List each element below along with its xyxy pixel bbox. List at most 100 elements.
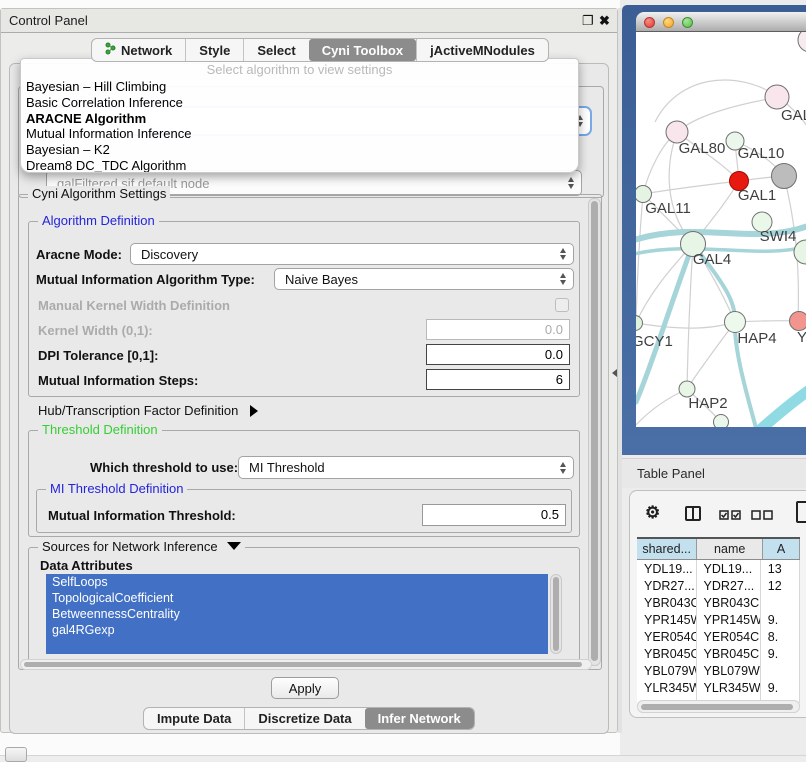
settings-horizontal-scrollbar[interactable] bbox=[20, 659, 592, 670]
tab-infer-network[interactable]: Infer Network bbox=[365, 708, 474, 729]
table-row[interactable]: YDL19...YDL19...13 bbox=[637, 560, 800, 577]
float-window-icon[interactable]: ❐ bbox=[582, 13, 594, 29]
settings-horizontal-scrollbar-thumb[interactable] bbox=[24, 662, 582, 667]
splitter-collapse-arrow[interactable] bbox=[612, 369, 617, 377]
network-graph: GALGAL80GAL10GAL1GAL11SWI4GAL4GCY1HAP4YH… bbox=[636, 32, 806, 427]
minimize-traffic-light[interactable] bbox=[663, 17, 674, 28]
data-attributes-list: SelfLoopsTopologicalCoefficientBetweenne… bbox=[46, 574, 548, 654]
tab-cyni-toolbox[interactable]: Cyni Toolbox bbox=[309, 39, 416, 61]
hub-definition-toggle[interactable]: Hub/Transcription Factor Definition bbox=[38, 403, 258, 418]
sources-group-title[interactable]: Sources for Network Inference bbox=[38, 539, 245, 554]
algorithm-item[interactable]: Mutual Information Inference bbox=[21, 126, 578, 142]
attribute-item[interactable]: gal4RGexp bbox=[46, 622, 548, 638]
table-panel-title: Table Panel bbox=[637, 466, 705, 481]
node-table: shared...nameAYDL19...YDL19...13YDR27...… bbox=[637, 537, 800, 703]
settings-vertical-scrollbar[interactable] bbox=[588, 198, 601, 666]
table-row[interactable]: YDR27...YDR27...12 bbox=[637, 577, 800, 594]
table-cell: 13 bbox=[761, 560, 800, 577]
zoom-traffic-light[interactable] bbox=[682, 17, 693, 28]
gear-icon[interactable]: ⚙ bbox=[645, 503, 660, 523]
network-node-gcy1[interactable] bbox=[636, 316, 643, 331]
split-columns-icon[interactable] bbox=[685, 506, 701, 521]
select-all-icon[interactable] bbox=[719, 508, 741, 526]
close-traffic-light[interactable] bbox=[644, 17, 655, 28]
which-threshold-combo[interactable]: MI Threshold bbox=[238, 456, 574, 479]
table-row[interactable]: YLR345WYLR345W9. bbox=[637, 679, 800, 696]
algorithm-item[interactable]: Dream8 DC_TDC Algorithm bbox=[21, 158, 578, 173]
network-node[interactable] bbox=[772, 164, 797, 189]
attributes-scrollbar[interactable] bbox=[550, 574, 562, 654]
tab-label: Cyni Toolbox bbox=[322, 43, 403, 58]
attribute-item[interactable]: SelfLoops bbox=[46, 574, 548, 590]
kernel-width-field[interactable]: 0.0 bbox=[426, 319, 570, 340]
combo-stepper-icon bbox=[560, 462, 566, 474]
aracne-mode-combo[interactable]: Discovery bbox=[130, 243, 574, 265]
column-header-2[interactable]: name bbox=[697, 539, 763, 559]
network-window-titlebar bbox=[636, 12, 806, 32]
manual-kernel-checkbox[interactable] bbox=[555, 298, 569, 312]
threshold-definition-title: Threshold Definition bbox=[38, 422, 162, 437]
table-row[interactable]: YBR045CYBR045C9. bbox=[637, 645, 800, 662]
apply-button[interactable]: Apply bbox=[271, 677, 339, 699]
which-threshold-label: Which threshold to use: bbox=[90, 460, 238, 475]
mi-threshold-field[interactable]: 0.5 bbox=[422, 504, 566, 526]
algorithm-item[interactable]: ARACNE Algorithm bbox=[21, 111, 578, 127]
table-cell: YPR145W bbox=[637, 611, 697, 628]
dpi-tolerance-label: DPI Tolerance [0,1]: bbox=[38, 348, 158, 363]
deselect-all-icon[interactable] bbox=[751, 508, 773, 526]
combo-stepper-icon bbox=[560, 273, 566, 285]
tab-jactivemnodules[interactable]: jActiveMNodules bbox=[416, 39, 548, 61]
attribute-item[interactable]: BetweennessCentrality bbox=[46, 606, 548, 622]
algorithm-dropdown-popup: Select algorithm to view settings Bayesi… bbox=[20, 58, 579, 173]
attribute-item[interactable] bbox=[46, 638, 548, 654]
algorithm-dropdown-prompt: Select algorithm to view settings bbox=[21, 61, 578, 79]
table-cell bbox=[761, 594, 800, 611]
attribute-item[interactable]: TopologicalCoefficient bbox=[46, 590, 548, 606]
tab-style[interactable]: Style bbox=[185, 39, 243, 61]
dpi-tolerance-field[interactable]: 0.0 bbox=[426, 344, 570, 365]
mi-steps-label: Mutual Information Steps: bbox=[38, 373, 198, 388]
mi-type-combo[interactable]: Naive Bayes bbox=[274, 268, 574, 290]
table-panel-card: ⚙ shared...nameAYDL19...YDL19...13YDR27.… bbox=[629, 490, 806, 718]
table-row[interactable]: YPR145WYPR145W9. bbox=[637, 611, 800, 628]
tab-network[interactable]: Network bbox=[92, 39, 185, 61]
network-canvas[interactable]: GALGAL80GAL10GAL1GAL11SWI4GAL4GCY1HAP4YH… bbox=[636, 32, 806, 427]
settings-vertical-scrollbar-thumb[interactable] bbox=[591, 201, 598, 661]
mi-threshold-group-title: MI Threshold Definition bbox=[46, 481, 187, 496]
chevron-down-icon bbox=[227, 542, 241, 550]
combo-stepper-icon bbox=[568, 177, 574, 189]
export-table-icon[interactable] bbox=[796, 501, 806, 523]
node-label: SWI4 bbox=[760, 228, 797, 245]
table-horizontal-scrollbar[interactable] bbox=[637, 700, 800, 713]
attributes-scrollbar-thumb[interactable] bbox=[553, 577, 559, 651]
table-cell: 9. bbox=[761, 645, 800, 662]
algorithm-item[interactable]: Bayesian – Hill Climbing bbox=[21, 79, 578, 95]
table-horizontal-scrollbar-thumb[interactable] bbox=[641, 704, 793, 710]
table-cell: YDL19... bbox=[637, 560, 697, 577]
tab-impute-data[interactable]: Impute Data bbox=[144, 708, 244, 729]
table-cell bbox=[761, 662, 800, 679]
algorithm-item[interactable]: Basic Correlation Inference bbox=[21, 95, 578, 111]
network-node[interactable] bbox=[798, 32, 806, 52]
table-cell: YDR27... bbox=[697, 577, 761, 594]
table-row[interactable]: YBL079WYBL079W bbox=[637, 662, 800, 679]
tab-discretize-data[interactable]: Discretize Data bbox=[244, 708, 364, 729]
close-icon[interactable]: ✖ bbox=[599, 13, 610, 29]
tab-label: Impute Data bbox=[157, 711, 231, 726]
tab-select[interactable]: Select bbox=[243, 39, 308, 61]
column-header-1[interactable]: shared... bbox=[637, 539, 697, 559]
algorithm-item[interactable]: Bayesian – K2 bbox=[21, 142, 578, 158]
mi-steps-field[interactable]: 6 bbox=[426, 369, 570, 390]
network-node-gal[interactable] bbox=[765, 85, 789, 109]
column-header-3[interactable]: A bbox=[763, 539, 800, 559]
node-label: Y bbox=[797, 329, 806, 346]
table-row[interactable]: YER054CYER054C8. bbox=[637, 628, 800, 645]
tab-label: jActiveMNodules bbox=[430, 43, 535, 58]
network-node[interactable] bbox=[714, 415, 729, 428]
node-label: HAP2 bbox=[688, 395, 727, 412]
network-node-y[interactable] bbox=[790, 312, 806, 331]
table-cell: 12 bbox=[761, 577, 800, 594]
table-row[interactable]: YBR043CYBR043C bbox=[637, 594, 800, 611]
tab-label: Style bbox=[199, 43, 230, 58]
collapse-panel-button[interactable] bbox=[5, 747, 27, 762]
